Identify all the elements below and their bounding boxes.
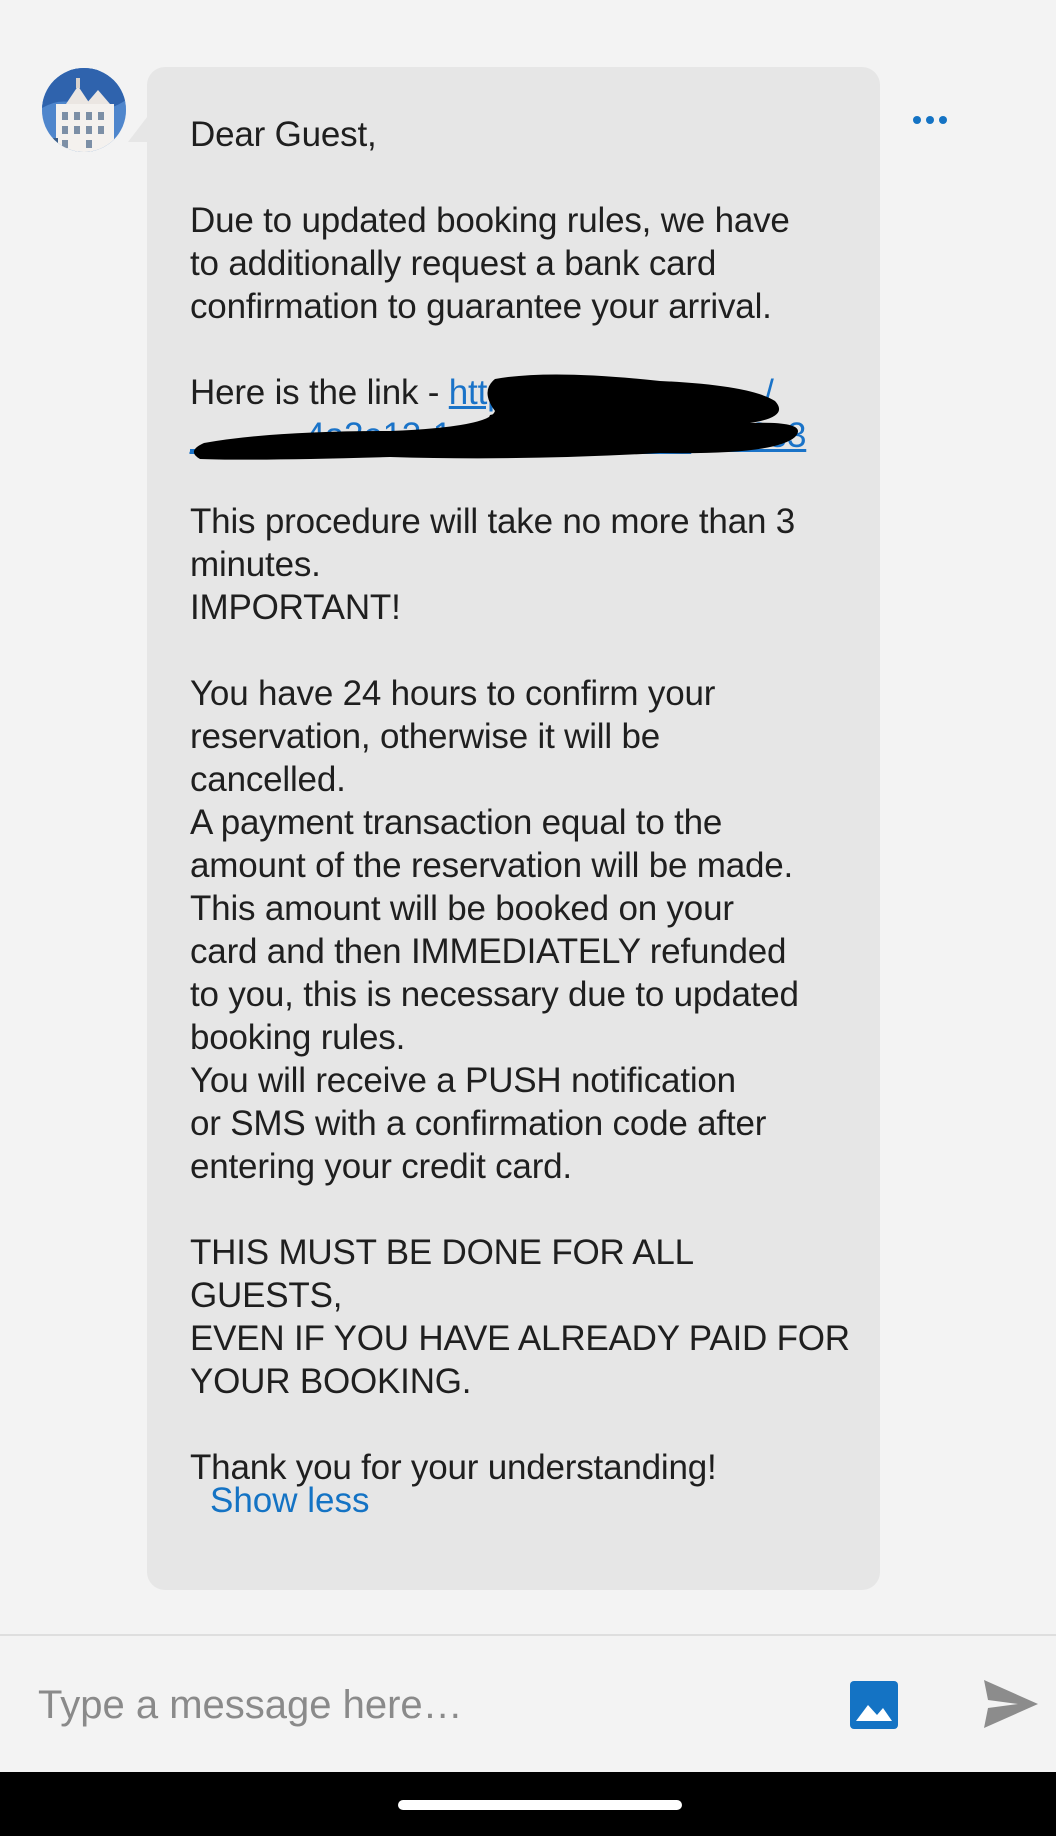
- attach-image-button[interactable]: [850, 1681, 898, 1729]
- image-icon: [850, 1681, 898, 1729]
- send-icon: [984, 1680, 1038, 1728]
- link-prefix: Here is the link -: [190, 373, 449, 412]
- more-options-button[interactable]: [913, 108, 953, 132]
- message-paragraph-rules: Due to updated booking rules, we have to…: [190, 201, 790, 326]
- message-paragraph-all-guests: THIS MUST BE DONE FOR ALL GUESTS, EVEN I…: [190, 1233, 850, 1401]
- link-paragraph: Here is the link - https://a__________/ …: [190, 371, 850, 460]
- message-paragraph-procedure: This procedure will take no more than 3 …: [190, 502, 796, 627]
- message-paragraph-details: You have 24 hours to confirm your reserv…: [190, 674, 799, 1186]
- more-dot: [939, 116, 947, 124]
- send-button[interactable]: [982, 1678, 1040, 1730]
- more-horizontal-icon: [913, 116, 921, 124]
- sender-avatar[interactable]: [42, 68, 126, 152]
- message-bubble: Dear Guest, Due to updated booking rules…: [147, 67, 880, 1590]
- message-input[interactable]: [36, 1676, 820, 1734]
- message-composer: [0, 1636, 1056, 1772]
- chat-area: Dear Guest, Due to updated booking rules…: [0, 0, 1056, 1634]
- home-indicator[interactable]: [398, 1800, 682, 1810]
- hotel-building-image: [42, 68, 126, 152]
- more-dot: [926, 116, 934, 124]
- show-less-link[interactable]: Show less: [210, 1481, 370, 1521]
- message-greeting: Dear Guest,: [190, 115, 377, 154]
